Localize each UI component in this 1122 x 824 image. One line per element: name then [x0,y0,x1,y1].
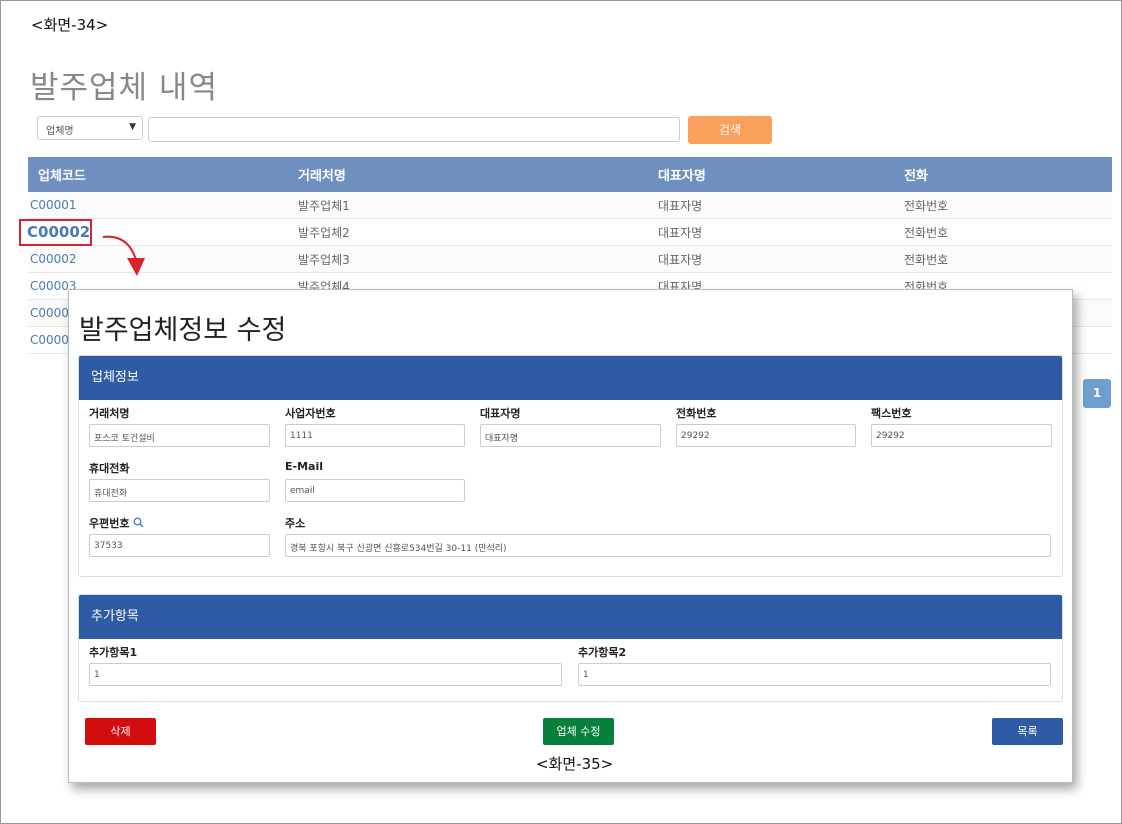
address-input[interactable]: 경북 포항시 북구 신광면 신흥로534번길 30-11 (만석리) [285,534,1051,557]
cell-rep-name: 대표자명 [658,218,904,246]
table-row[interactable]: C00001 발주업체1 대표자명 전화번호 [28,192,1112,219]
label-email: E-Mail [285,460,323,473]
header-code[interactable]: 업체코드 [28,157,298,192]
extra2-input[interactable]: 1 [578,663,1051,686]
cell-client-name: 발주업체1 [298,192,658,219]
panel-title-extra-items: 추가항목 [79,595,1062,639]
label-zip: 우편번호 [89,517,130,530]
field-rep-name: 대표자명 대표자명 [480,405,661,447]
field-fax: 팩스번호 29292 [871,405,1052,447]
panel-title-vendor-info: 업체정보 [79,356,1062,400]
header-rep-name[interactable]: 대표자명 [658,157,904,192]
list-button[interactable]: 목록 [992,718,1063,745]
mobile-input[interactable]: 휴대전화 [89,479,270,502]
field-email: E-Mail email [285,460,465,502]
modal-title: 발주업체정보 수정 [79,315,287,346]
label-address: 주소 [285,517,306,530]
curved-arrow-icon [102,235,145,276]
screen-caption-bottom: <화면-35> [536,755,614,773]
rep-name-input[interactable]: 대표자명 [480,424,661,447]
label-rep-name: 대표자명 [480,407,521,420]
email-input[interactable]: email [285,479,465,502]
field-phone: 전화번호 29292 [676,405,856,447]
header-phone[interactable]: 전화 [904,157,1112,192]
cell-client-name: 발주업체2 [298,218,658,246]
label-mobile: 휴대전화 [89,462,130,475]
field-address: 주소 경북 포항시 북구 신광면 신흥로534번길 30-11 (만석리) [285,515,1051,557]
label-phone: 전화번호 [676,407,717,420]
cell-phone: 전화번호 [904,245,1112,273]
screen-caption-top: <화면-34> [31,16,109,34]
field-client-name: 거래처명 포스코 토건설비 [89,405,270,447]
delete-button[interactable]: 삭제 [85,718,156,745]
label-zip-row: 우편번호 [89,515,270,530]
label-extra2: 추가항목2 [578,646,627,659]
cell-client-name: 발주업체3 [298,245,658,273]
search-button[interactable]: 검색 [688,116,772,144]
table-header-row: 업체코드 거래처명 대표자명 전화 [28,157,1112,192]
cell-phone: 전화번호 [904,218,1112,246]
page-title: 발주업체 내역 [30,70,218,106]
field-extra1: 추가항목1 1 [89,644,562,686]
search-type-value: 업체명 [46,126,74,137]
header-client-name[interactable]: 거래처명 [298,157,658,192]
label-client-name: 거래처명 [89,407,130,420]
field-biz-no: 사업자번호 1111 [285,405,465,447]
label-fax: 팩스번호 [871,407,912,420]
vendor-edit-modal: 발주업체정보 수정 업체정보 거래처명 포스코 토건설비 사업자번호 1111 … [68,289,1073,783]
pagination-page-1[interactable]: 1 [1083,379,1111,408]
update-vendor-button[interactable]: 업체 수정 [543,718,614,745]
label-biz-no: 사업자번호 [285,407,336,420]
extra-items-panel: 추가항목 추가항목1 1 추가항목2 1 [78,594,1063,702]
extra1-input[interactable]: 1 [89,663,562,686]
field-extra2: 추가항목2 1 [578,644,1051,686]
cell-phone: 전화번호 [904,192,1112,219]
cell-rep-name: 대표자명 [658,245,904,273]
table-row[interactable]: 발주업체2 대표자명 전화번호 [28,218,1112,246]
phone-input[interactable]: 29292 [676,424,856,447]
biz-no-input[interactable]: 1111 [285,424,465,447]
table-row[interactable]: C00002 발주업체3 대표자명 전화번호 [28,245,1112,273]
search-type-select[interactable]: 업체명 ▼ [37,116,143,140]
client-name-input[interactable]: 포스코 토건설비 [89,424,270,447]
field-mobile: 휴대전화 휴대전화 [89,460,270,502]
search-input[interactable] [148,117,680,142]
zip-input[interactable]: 37533 [89,534,270,557]
label-extra1: 추가항목1 [89,646,138,659]
highlighted-vendor-code[interactable]: C00002 [19,219,92,246]
search-icon[interactable] [133,517,144,528]
cell-rep-name: 대표자명 [658,192,904,219]
vendor-code-link[interactable]: C00001 [30,198,77,212]
field-zip: 우편번호 37533 [89,515,270,557]
vendor-info-panel: 업체정보 거래처명 포스코 토건설비 사업자번호 1111 대표자명 대표자명 … [78,355,1063,577]
vendor-code-link[interactable]: C00002 [30,252,77,266]
fax-input[interactable]: 29292 [871,424,1052,447]
chevron-down-icon: ▼ [129,122,136,132]
